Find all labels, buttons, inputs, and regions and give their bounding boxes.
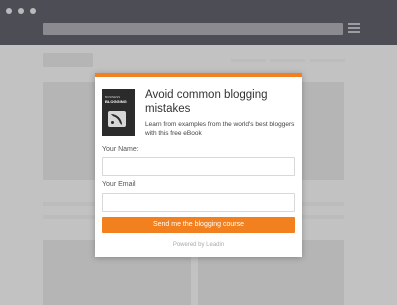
placeholder-block [270, 59, 305, 62]
placeholder-block [43, 53, 93, 67]
email-label: Your Email [102, 181, 136, 188]
placeholder-block [310, 59, 345, 62]
placeholder-block [43, 202, 95, 206]
lead-capture-modal: BUSINESS BLOGGING Avoid common blogging … [95, 73, 302, 257]
placeholder-block [43, 82, 95, 180]
placeholder-block [43, 215, 95, 219]
modal-title: Avoid common blogging mistakes [145, 89, 268, 115]
window-dot-icon [30, 8, 36, 14]
window-dot-icon [6, 8, 12, 14]
browser-chrome [0, 0, 397, 45]
name-field[interactable] [102, 157, 295, 176]
placeholder-block [302, 215, 344, 219]
email-field[interactable] [102, 193, 295, 212]
name-label: Your Name: [102, 146, 139, 153]
rss-icon [108, 111, 126, 127]
ebook-cover-image: BUSINESS BLOGGING [102, 89, 135, 136]
address-bar[interactable] [43, 23, 343, 35]
placeholder-block [302, 82, 344, 180]
placeholder-block [231, 59, 266, 62]
placeholder-block [302, 202, 344, 206]
modal-description: Learn from examples from the world's bes… [145, 121, 295, 137]
hamburger-menu-icon[interactable] [348, 23, 360, 34]
powered-by-link[interactable]: Powered by Leadin [95, 242, 302, 248]
ebook-cover-line2: BLOGGING [105, 99, 127, 104]
send-course-button[interactable]: Send me the blogging course [102, 217, 295, 233]
window-dot-icon [18, 8, 24, 14]
